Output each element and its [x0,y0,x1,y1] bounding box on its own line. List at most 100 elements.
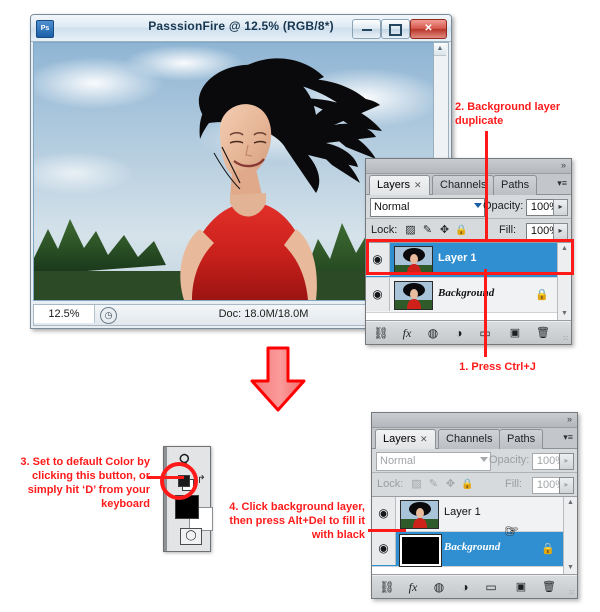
tab-paths-label: Paths [507,433,536,445]
tab-channels[interactable]: Channels [438,429,501,449]
transparency-lock-icon[interactable]: ▨ [410,478,423,491]
panel-dragbar-bottom[interactable]: » [372,413,577,428]
tab-layers[interactable]: Layers ✕ [369,175,430,195]
fx-icon[interactable]: fx [398,325,416,341]
document-size-info: Doc: 18.0M/18.0M [218,308,309,320]
tab-layers[interactable]: Layers ✕ [375,429,436,449]
lock-icon: 🔒 [541,543,555,555]
blend-mode-value: Normal [380,455,416,467]
layer-name-label: Layer 1 [444,506,481,518]
opacity-spinner[interactable]: ▸ [559,453,574,470]
blend-mode-row-bottom: Normal Opacity: 100% ▸ [372,449,577,473]
table-row[interactable]: ◉ Background 🔒 [366,278,571,313]
tab-close-icon[interactable]: ✕ [414,180,422,190]
tab-paths[interactable]: Paths [499,429,544,449]
link-icon[interactable]: ⛓ [372,325,390,341]
chevron-down-icon [480,457,488,462]
chevron-down-icon [474,203,482,208]
adjustment-layer-icon[interactable]: ◑ [456,579,474,595]
tab-channels-label: Channels [440,179,487,191]
layer-mask-icon[interactable]: ◍ [430,579,448,595]
tab-layers-label: Layers [377,179,411,191]
tab-close-icon[interactable]: ✕ [420,434,428,444]
collapse-panel-icon[interactable]: » [567,415,572,424]
move-lock-icon[interactable]: ✥ [438,224,451,237]
panel-dragbar-top[interactable]: » [366,159,571,174]
layer-thumbnail-black[interactable] [399,534,442,567]
layer-visibility-icon[interactable]: ◉ [372,532,396,565]
layers-list-scrollbar[interactable]: ▲ ▼ [563,497,577,574]
layer-thumbnail[interactable] [400,500,439,529]
panel-menu-icon[interactable]: ▾≡ [553,177,567,190]
layer-mask-icon[interactable]: ◍ [424,325,442,341]
blend-mode-value: Normal [374,201,410,213]
table-row[interactable]: ◉ Layer 1 [372,497,577,532]
brush-lock-icon[interactable]: ✎ [427,478,440,491]
lock-row-bottom: Lock: ▨ ✎ ✥ 🔒 Fill: 100% ▸ [372,473,577,497]
minimize-icon [361,29,372,31]
fill-label: Fill: [505,478,523,490]
clock-icon: ◷ [100,307,117,324]
tab-channels-label: Channels [446,433,493,445]
new-group-icon[interactable]: ▭ [482,579,500,595]
tab-layers-label: Layers [383,433,417,445]
lock-label: Lock: [377,478,404,490]
table-row[interactable]: ◉ Background 🔒 [372,532,577,567]
layer-thumbnail[interactable] [394,281,433,310]
collapse-panel-icon[interactable]: » [561,161,566,170]
close-button[interactable]: ✕ [410,19,447,39]
tab-paths-label: Paths [501,179,530,191]
scroll-up-icon[interactable]: ▲ [434,43,446,56]
layers-panel-footer-top: ⛓ fx ◍ ◑ ▭ ▣ 🗑 ⁙ [366,321,571,344]
highlight-circle-default-colors [160,462,198,500]
all-lock-icon[interactable]: 🔒 [461,478,474,491]
new-layer-icon[interactable]: ▣ [506,325,524,341]
lock-icon: 🔒 [535,289,549,301]
fx-icon[interactable]: fx [404,579,422,595]
fill-spinner[interactable]: ▸ [553,223,568,240]
maximize-button[interactable] [381,19,410,39]
annotation-note-2: 2. Background layer duplicate [455,101,561,127]
swap-colors-icon[interactable]: ↱ [197,473,206,486]
thumbnail-photo [401,501,438,528]
lock-label: Lock: [371,224,398,236]
brush-lock-icon[interactable]: ✎ [421,224,434,237]
link-icon[interactable]: ⛓ [378,579,396,595]
panel-resize-grip[interactable]: ⁙ [562,334,569,343]
opacity-spinner[interactable]: ▸ [553,199,568,216]
blend-mode-row-top: Normal Opacity: 100% ▸ [366,195,571,219]
scroll-down-icon[interactable]: ▼ [564,562,577,574]
panel-menu-icon[interactable]: ▾≡ [559,431,573,444]
thumbnail-photo [395,282,432,309]
transparency-lock-icon[interactable]: ▨ [404,224,417,237]
tools-panel-fragment: ⚲ ↱ ◯ [163,446,213,552]
scroll-up-icon[interactable]: ▲ [564,497,577,509]
scroll-down-icon[interactable]: ▼ [558,308,571,320]
tab-paths[interactable]: Paths [493,175,538,195]
zoom-level-field[interactable]: 12.5% [34,305,95,323]
minimize-button[interactable] [352,19,381,39]
connector-line-note1 [484,269,487,357]
document-titlebar[interactable]: Ps PasssionFire @ 12.5% (RGB/8*) ✕ [31,15,451,42]
layer-visibility-icon[interactable]: ◉ [366,278,390,311]
adjustment-layer-icon[interactable]: ◑ [450,325,468,341]
annotation-note-3: 3. Set to default Color by clicking this… [20,456,150,510]
down-arrow-icon [250,346,306,412]
new-layer-icon[interactable]: ▣ [512,579,530,595]
opacity-label: Opacity: [489,454,530,466]
delete-layer-icon[interactable]: 🗑 [534,325,552,341]
blend-mode-select[interactable]: Normal [370,198,485,217]
hand-cursor-icon: ☞ [505,523,519,540]
layer-visibility-icon[interactable]: ◉ [372,497,396,530]
connector-line-note2 [485,131,488,241]
connector-line-note4 [368,529,406,532]
fill-label: Fill: [499,224,517,236]
delete-layer-icon[interactable]: 🗑 [540,579,558,595]
all-lock-icon[interactable]: 🔒 [455,224,468,237]
layer-name-label: Background [444,541,501,553]
blend-mode-select[interactable]: Normal [376,452,491,471]
move-lock-icon[interactable]: ✥ [444,478,457,491]
fill-spinner[interactable]: ▸ [559,477,574,494]
quick-mask-icon[interactable]: ◯ [180,528,202,545]
panel-resize-grip[interactable]: ⁙ [568,588,575,597]
